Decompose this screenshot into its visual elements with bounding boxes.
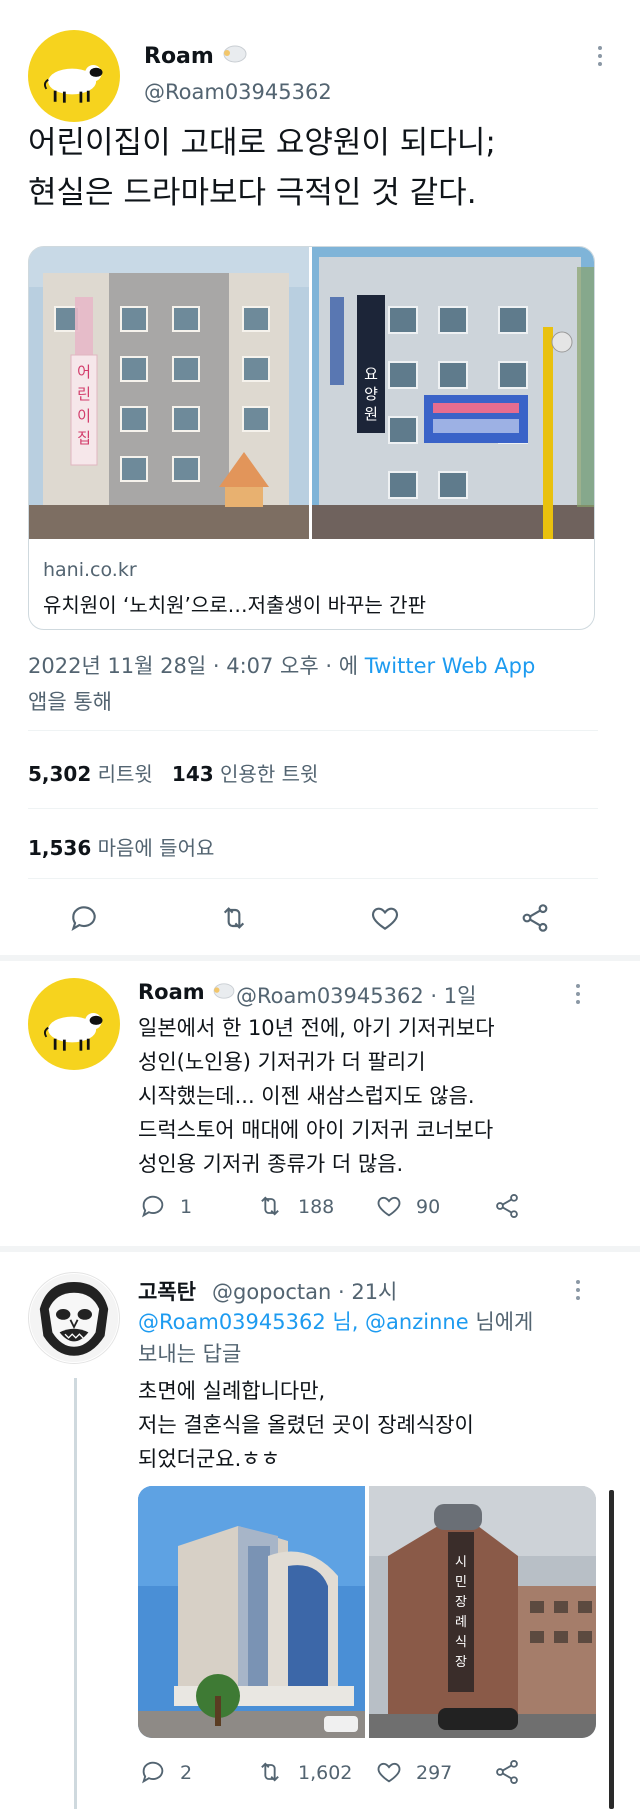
reply-text: 초면에 실례합니다만, 저는 결혼식을 올렸던 곳이 장례식장이 되었더군요.ㅎ… [138,1379,474,1471]
retweet-icon[interactable] [217,902,251,934]
card-image: 어 린 이 집 요 양 원 [29,247,594,539]
tweet-timestamp: 2022년 11월 28일 · 4:07 오후 · 에 Twitter Web … [28,654,536,714]
replying-to: @Roam03945362 님, @anzinne 님에게 보내는 답글 [138,1310,534,1366]
divider [28,730,598,731]
retweet-stats[interactable]: 5,302 리트윗 143 인용한 트윗 [28,758,318,787]
separator [0,955,640,961]
svg-text:이: 이 [77,407,91,425]
svg-text:식: 식 [455,1635,467,1650]
like-icon[interactable] [374,1192,404,1220]
separator [0,1246,640,1252]
link-card[interactable]: 어 린 이 집 요 양 원 hani.co.kr 유치원이 ‘노치원’으로…저출… [28,246,595,630]
reply-icon[interactable] [138,1758,168,1786]
share-icon[interactable] [492,1758,522,1786]
reply-author-name[interactable]: 고폭탄 [138,1276,196,1306]
like-stats[interactable]: 1,536 마음에 들어요 [28,832,214,861]
reply-text: 일본에서 한 10년 전에, 아기 기저귀보다 성인(노인용) 기저귀가 더 팔… [138,1016,495,1176]
mask-avatar-icon [29,1273,119,1363]
sheep-avatar-icon [44,1012,103,1051]
reply-icon[interactable] [138,1192,168,1220]
author-name[interactable]: Roam [144,44,248,70]
more-options-icon[interactable] [575,1280,581,1304]
svg-text:집: 집 [77,429,91,447]
avatar[interactable] [28,1272,120,1364]
reply-count: 2 [180,1762,193,1784]
thread-line [74,1378,77,1809]
svg-text:장: 장 [455,1655,467,1670]
svg-text:례: 례 [455,1615,467,1630]
avatar[interactable] [28,978,120,1070]
svg-text:장: 장 [455,1595,467,1610]
reply-author-name[interactable]: Roam [138,980,236,1005]
reply-icon[interactable] [68,902,100,934]
like-icon[interactable] [374,1758,404,1786]
retweet-count: 188 [298,1196,335,1218]
card-domain: hani.co.kr [43,559,137,581]
scrollbar[interactable] [609,1490,614,1809]
source-app-link[interactable]: Twitter Web App [365,654,536,678]
author-handle[interactable]: @Roam03945362 [144,80,332,104]
like-icon[interactable] [368,902,402,934]
svg-text:원: 원 [364,405,378,423]
mention-links[interactable]: @Roam03945362 님, @anzinne [138,1310,469,1334]
reply-handle-time[interactable]: @Roam03945362 · 1일 [236,980,476,1010]
more-options-icon[interactable] [597,46,603,70]
sheep-avatar-icon [44,64,103,103]
share-icon[interactable] [492,1192,522,1220]
like-count: 297 [416,1762,453,1784]
share-icon[interactable] [518,902,552,934]
reply-count: 1 [180,1196,193,1218]
sheep-emoji-icon [222,44,248,70]
divider [28,808,598,809]
sheep-emoji-icon [212,981,236,1005]
more-options-icon[interactable] [575,984,581,1008]
svg-text:요: 요 [364,365,378,383]
retweet-icon[interactable] [254,1192,286,1220]
reply-photos[interactable]: 시 민 장 례 식 장 [138,1486,596,1738]
tweet-text: 어린이집이 고대로 요양원이 되다니; 현실은 드라마보다 극적인 것 같다. [28,125,496,211]
reply-handle-time[interactable]: @gopoctan · 21시 [212,1276,397,1306]
svg-text:어: 어 [77,363,91,381]
svg-text:린: 린 [77,385,91,403]
divider [28,878,598,879]
svg-text:시: 시 [455,1555,467,1570]
svg-text:민: 민 [455,1575,467,1590]
svg-text:양: 양 [364,385,378,403]
retweet-icon[interactable] [254,1758,286,1786]
like-count: 90 [416,1196,441,1218]
card-title: 유치원이 ‘노치원’으로…저출생이 바꾸는 간판 [43,593,426,617]
avatar[interactable] [28,30,120,122]
retweet-count: 1,602 [298,1762,353,1784]
